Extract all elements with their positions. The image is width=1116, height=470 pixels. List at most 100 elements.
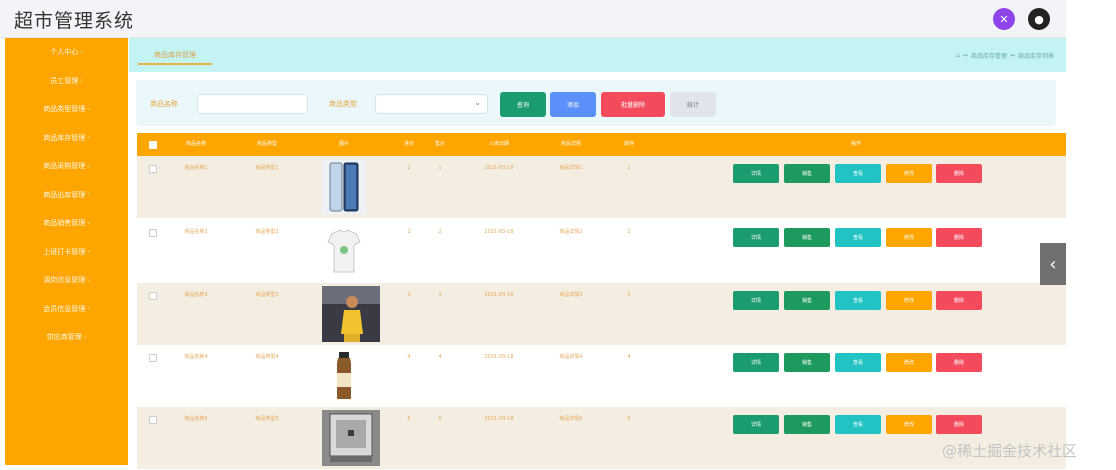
cell-name: 商品名称4 — [184, 354, 208, 360]
tab-inventory[interactable]: 商品库存管理 — [138, 47, 212, 65]
home-icon[interactable]: ⌂ — [956, 52, 960, 59]
sale-button[interactable]: 销售 — [784, 228, 830, 247]
product-image — [322, 224, 366, 278]
view-button[interactable]: 查看 — [835, 291, 881, 310]
view-button[interactable]: 查看 — [835, 415, 881, 434]
sidebar-item-label: 上班打卡管理 — [43, 247, 86, 256]
sidebar-item-outbound[interactable]: 商品出库管理 › — [5, 181, 128, 210]
detail-button[interactable]: 详情 — [733, 291, 779, 310]
view-button[interactable]: 查看 — [835, 164, 881, 183]
sidebar-item-label: 员工管理 — [50, 76, 79, 85]
edit-button[interactable]: 修改 — [886, 228, 932, 247]
sidebar-item-supplier[interactable]: 供应商管理 › — [5, 323, 128, 352]
view-button[interactable]: 查看 — [835, 353, 881, 372]
detail-button[interactable]: 详情 — [733, 353, 779, 372]
sidebar-item-profile[interactable]: 个人中心 › — [5, 38, 128, 67]
delete-button[interactable]: 删除 — [936, 415, 982, 434]
cell-name: 商品名称2 — [184, 229, 208, 235]
cell-date: 2021-03-18 — [484, 292, 514, 298]
chevron-icon: › — [87, 105, 90, 113]
cell-stock: 3 — [627, 292, 631, 298]
col-header-price: 售价 — [434, 141, 445, 147]
col-header-date: 入库日期 — [488, 141, 509, 147]
sale-button[interactable]: 销售 — [784, 415, 830, 434]
cell-cost: 4 — [407, 354, 411, 360]
product-name-input[interactable] — [197, 94, 308, 114]
sidebar-item-staff[interactable]: 员工管理 › — [5, 67, 128, 96]
sidebar-item-sales[interactable]: 商品销售管理 › — [5, 209, 128, 238]
sidebar-item-transfer[interactable]: 调岗信息管理 › — [5, 266, 128, 295]
edit-button[interactable]: 修改 — [886, 415, 932, 434]
query-button[interactable]: 查询 — [500, 92, 546, 117]
product-image — [322, 160, 366, 214]
table-row: 商品名称1 商品类型1 1 1 2021-03-18 商品详情1 1 详情 销售 查看 修改 删除 — [137, 156, 1066, 218]
table-row: 商品名称4 商品类型4 4 4 2021-03-18 商品详情4 4 详情 销售 查看 修改 删除 — [137, 345, 1066, 407]
view-button[interactable]: 查看 — [835, 228, 881, 247]
cell-type: 商品类型4 — [255, 354, 279, 360]
sidebar-item-inventory[interactable]: 商品库存管理 › — [5, 124, 128, 153]
detail-button[interactable]: 详情 — [733, 415, 779, 434]
search-bar: 商品名称 商品类型 ⌄ 查询 添加 批量删除 统计 — [136, 80, 1056, 126]
breadcrumb-level1[interactable]: 商品库存管理 — [971, 51, 1007, 60]
sidebar-item-member[interactable]: 会员信息管理 › — [5, 295, 128, 324]
edit-button[interactable]: 修改 — [886, 164, 932, 183]
sale-button[interactable]: 销售 — [784, 164, 830, 183]
batch-delete-button[interactable]: 批量删除 — [601, 92, 665, 117]
sidebar-item-label: 商品库存管理 — [43, 133, 86, 142]
stats-button[interactable]: 统计 — [670, 92, 716, 117]
table-row: 商品名称5 商品类型5 5 5 2021-03-18 商品详情5 5 详情 销售 查看 修改 删除 — [137, 407, 1066, 469]
cell-date: 2021-03-18 — [484, 416, 514, 422]
select-all-checkbox[interactable] — [149, 141, 157, 149]
sidebar-item-label: 商品类型管理 — [43, 105, 86, 114]
col-header-type: 商品类型 — [256, 141, 277, 147]
delete-button[interactable]: 删除 — [936, 164, 982, 183]
edit-button[interactable]: 修改 — [886, 353, 932, 372]
delete-button[interactable]: 删除 — [936, 228, 982, 247]
sale-button[interactable]: 销售 — [784, 291, 830, 310]
chevron-icon: › — [87, 162, 90, 170]
sidebar-item-product-type[interactable]: 商品类型管理 › — [5, 95, 128, 124]
breadcrumb-separator: ↔ — [1009, 52, 1015, 59]
sidebar-item-label: 供应商管理 — [46, 333, 82, 342]
cell-type: 商品类型1 — [255, 165, 279, 171]
cell-price: 1 — [438, 165, 442, 171]
delete-button[interactable]: 删除 — [936, 353, 982, 372]
product-type-select[interactable]: ⌄ — [375, 94, 488, 114]
breadcrumb: ⌂ ↔ 商品库存管理 ↔ 商品库存列表 — [956, 51, 1054, 60]
user-avatar-icon[interactable]: ● — [1028, 8, 1050, 30]
product-name-label: 商品名称 — [150, 100, 178, 108]
chevron-icon: › — [80, 48, 83, 56]
sidebar-item-purchase[interactable]: 商品采购管理 › — [5, 152, 128, 181]
app-title: 超市管理系统 — [14, 10, 135, 32]
chevron-down-icon: ⌄ — [474, 98, 481, 107]
row-checkbox[interactable] — [149, 354, 157, 362]
detail-button[interactable]: 详情 — [733, 164, 779, 183]
top-bar: 超市管理系统 ✕ ● — [0, 0, 1066, 38]
col-header-actions: 操作 — [850, 141, 861, 147]
cell-date: 2021-03-18 — [484, 165, 514, 171]
cell-desc: 商品详情4 — [559, 354, 583, 360]
cell-type: 商品类型3 — [255, 292, 279, 298]
cell-cost: 3 — [407, 292, 411, 298]
table-header: 商品名称 商品类型 图片 进价 售价 入库日期 商品详情 库存 操作 — [137, 133, 1066, 156]
cell-cost: 1 — [407, 165, 411, 171]
chevron-left-icon[interactable]: ‹ — [1040, 243, 1066, 285]
product-image — [322, 349, 366, 403]
sidebar-item-label: 个人中心 — [50, 48, 79, 57]
row-checkbox[interactable] — [149, 292, 157, 300]
sale-button[interactable]: 销售 — [784, 353, 830, 372]
col-header-desc: 商品详情 — [560, 141, 581, 147]
table-row: 商品名称2 商品类型2 2 2 2021-03-18 商品详情2 2 详情 销售 查看 修改 删除 — [137, 220, 1066, 282]
detail-button[interactable]: 详情 — [733, 228, 779, 247]
close-icon[interactable]: ✕ — [993, 8, 1015, 30]
sidebar-item-label: 会员信息管理 — [43, 304, 86, 313]
row-checkbox[interactable] — [149, 229, 157, 237]
sidebar-item-label: 商品出库管理 — [43, 190, 86, 199]
cell-cost: 5 — [407, 416, 411, 422]
sidebar-item-clock-in[interactable]: 上班打卡管理 › — [5, 238, 128, 267]
delete-button[interactable]: 删除 — [936, 291, 982, 310]
add-button[interactable]: 添加 — [550, 92, 596, 117]
edit-button[interactable]: 修改 — [886, 291, 932, 310]
row-checkbox[interactable] — [149, 416, 157, 424]
row-checkbox[interactable] — [149, 165, 157, 173]
